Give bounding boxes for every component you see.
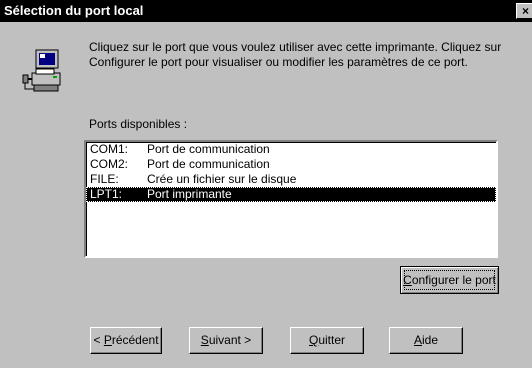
back-prefix: < bbox=[93, 333, 104, 347]
ports-listbox[interactable]: COM1: Port de communication COM2: Port d… bbox=[84, 140, 498, 258]
dialog-title: Sélection du port local bbox=[4, 3, 144, 18]
close-button[interactable]: × bbox=[516, 3, 532, 19]
port-item-com2[interactable]: COM2: Port de communication bbox=[86, 157, 496, 172]
port-name: COM1: bbox=[90, 142, 129, 156]
next-label: uivant > bbox=[208, 333, 252, 347]
port-description: Port de communication bbox=[147, 157, 270, 171]
port-item-com1[interactable]: COM1: Port de communication bbox=[86, 142, 496, 157]
back-mnemonic: P bbox=[103, 333, 112, 347]
port-item-file[interactable]: FILE: Crée un fichier sur le disque bbox=[86, 172, 496, 187]
quit-label: uitter bbox=[318, 333, 346, 347]
help-mnemonic: A bbox=[413, 333, 422, 347]
port-item-lpt1[interactable]: LPT1: Port imprimante bbox=[86, 187, 496, 202]
quit-button[interactable]: Quitter bbox=[290, 327, 364, 354]
help-button[interactable]: Aide bbox=[389, 327, 463, 354]
configure-mnemonic: C bbox=[403, 273, 412, 287]
port-description: Port imprimante bbox=[147, 187, 232, 201]
back-button[interactable]: < Précédent bbox=[90, 327, 162, 354]
next-button[interactable]: Suivant > bbox=[189, 327, 263, 354]
back-label: récédent bbox=[111, 333, 159, 347]
port-name: COM2: bbox=[90, 157, 129, 171]
intro-text: Cliquez sur le port que vous voulez util… bbox=[89, 40, 502, 69]
configure-label: onfigurer le port bbox=[411, 273, 496, 287]
help-label: ide bbox=[422, 333, 439, 347]
port-name: FILE: bbox=[90, 172, 119, 186]
title-bar[interactable]: Sélection du port local × bbox=[0, 0, 532, 22]
port-name: LPT1: bbox=[90, 187, 123, 201]
printer-port-icon bbox=[22, 49, 61, 92]
port-description: Port de communication bbox=[147, 142, 270, 156]
next-mnemonic: S bbox=[200, 333, 209, 347]
quit-mnemonic: Q bbox=[308, 333, 319, 347]
close-icon: × bbox=[521, 4, 529, 18]
port-description: Crée un fichier sur le disque bbox=[147, 172, 297, 186]
port-selection-dialog: Sélection du port local × Cliquez sur le… bbox=[0, 0, 532, 368]
ports-label: Ports disponibles : bbox=[89, 117, 188, 131]
configure-port-button[interactable]: Configurer le port bbox=[400, 266, 499, 294]
